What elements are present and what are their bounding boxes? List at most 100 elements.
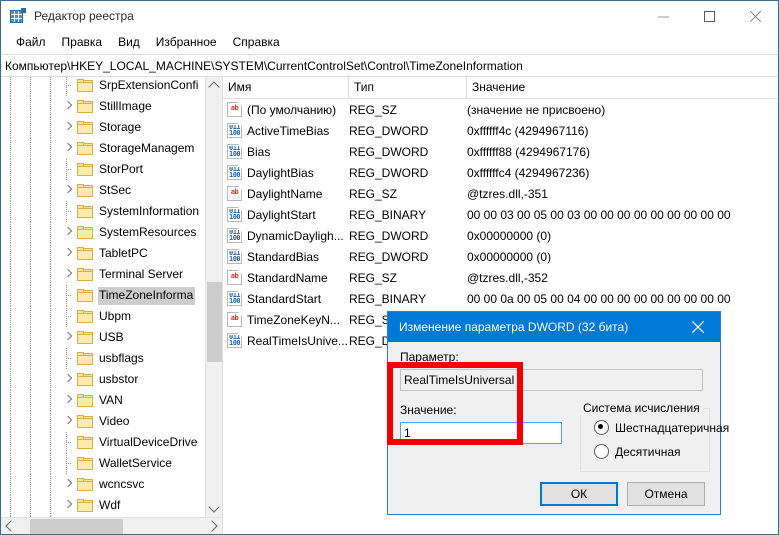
column-header-type[interactable]: Тип — [349, 77, 467, 98]
menu-item-view[interactable]: Вид — [110, 32, 148, 53]
tree-item-systeminformation[interactable]: SystemInformation — [1, 201, 205, 222]
tree-item-wdf[interactable]: Wdf — [1, 495, 205, 516]
close-icon[interactable] — [676, 312, 720, 342]
tree-hscroll-thumb[interactable] — [30, 519, 123, 534]
chevron-right-icon[interactable] — [61, 117, 77, 138]
chevron-right-icon[interactable] — [61, 138, 77, 159]
table-row[interactable]: ab (По умолчанию) REG_SZ (значение не присв… — [223, 99, 778, 120]
value-type: REG_SZ — [349, 186, 398, 201]
chevron-right-icon[interactable] — [61, 495, 77, 516]
tree-item-tabletpc[interactable]: TabletPC — [1, 243, 205, 264]
scroll-up-icon[interactable] — [206, 77, 222, 94]
minimize-icon[interactable] — [640, 1, 686, 31]
tree-item-terminal-server[interactable]: Terminal Server — [1, 264, 205, 285]
table-row[interactable]: 011 100 Bias REG_DWORD 0xffffff88 (429496717… — [223, 141, 778, 162]
tree-item-label: StorageManagem — [99, 140, 195, 155]
chevron-right-icon[interactable] — [61, 369, 77, 390]
tree-item-walletservice[interactable]: WalletService — [1, 453, 205, 474]
title-bar: Редактор реестра — [1, 1, 778, 31]
radio-dot-icon — [594, 444, 609, 459]
tree-item-van[interactable]: VAN — [1, 390, 205, 411]
chevron-right-icon[interactable] — [61, 96, 77, 117]
tree-horizontal-scrollbar[interactable] — [1, 517, 222, 534]
scroll-left-icon[interactable] — [1, 518, 18, 534]
scroll-right-icon[interactable] — [205, 518, 222, 534]
value-type: REG_DWORD — [349, 123, 429, 138]
tree-item-label: StorPort — [99, 161, 144, 176]
tree-item-label: usbstor — [99, 371, 139, 386]
tree-indent-guide — [21, 348, 41, 369]
tree-item-usb[interactable]: USB — [1, 327, 205, 348]
registry-tree-pane: SrpExtensionConfi StillImage Storage Storag… — [1, 77, 223, 534]
tree-item-video[interactable]: Video — [1, 411, 205, 432]
value-name-cell: ab (По умолчанию) — [223, 102, 349, 117]
tree-indent-guide — [41, 306, 61, 327]
menu-item-favorites[interactable]: Избранное — [148, 32, 225, 53]
menu-item-edit[interactable]: Правка — [54, 32, 111, 53]
value-name-cell: 011 100 Bias — [223, 144, 349, 159]
tree-item-virtualdevicedrive[interactable]: VirtualDeviceDrive — [1, 432, 205, 453]
table-row[interactable]: 011 100 StandardStart REG_BINARY 00 00 0a 00… — [223, 288, 778, 309]
scroll-down-icon[interactable] — [206, 500, 222, 517]
folder-icon — [77, 204, 94, 219]
chevron-right-icon[interactable] — [61, 180, 77, 201]
tree-leaf-guide — [61, 432, 77, 453]
menu-item-file[interactable]: Файл — [8, 32, 54, 53]
tree-item-label: Ubpm — [99, 308, 132, 323]
folder-icon — [77, 141, 94, 156]
tree-item-storagemanagem[interactable]: StorageManagem — [1, 138, 205, 159]
tree-item-storport[interactable]: StorPort — [1, 159, 205, 180]
tree-vertical-scrollbar[interactable] — [205, 77, 222, 517]
tree-indent-guide — [21, 222, 41, 243]
chevron-right-icon[interactable] — [61, 411, 77, 432]
tree-item-stsec[interactable]: StSec — [1, 180, 205, 201]
maximize-icon[interactable] — [686, 1, 732, 31]
column-header-name[interactable]: Имя — [223, 77, 349, 98]
value-data: 0xffffff4c (4294967116) — [467, 123, 589, 138]
tree-item-wcncsvc[interactable]: wcncsvc — [1, 474, 205, 495]
tree-item-ubpm[interactable]: Ubpm — [1, 306, 205, 327]
value-type: REG_SZ — [349, 270, 398, 285]
column-header-value[interactable]: Значение — [467, 77, 778, 98]
tree-item-label: USB — [99, 329, 124, 344]
string-value-icon: ab — [227, 186, 242, 201]
radio-decimal[interactable]: Десятичная — [594, 444, 681, 459]
chevron-right-icon[interactable] — [61, 327, 77, 348]
close-icon[interactable] — [732, 1, 778, 31]
chevron-right-icon[interactable] — [61, 222, 77, 243]
tree-item-timezoneinforma[interactable]: TimeZoneInforma — [1, 285, 205, 306]
tree-item-stillimage[interactable]: StillImage — [1, 96, 205, 117]
tree-item-usbstor[interactable]: usbstor — [1, 369, 205, 390]
table-row[interactable]: ab StandardName REG_SZ @tzres.dll,-352 — [223, 267, 778, 288]
folder-icon — [77, 330, 94, 345]
ok-button[interactable]: ОК — [540, 482, 618, 506]
tree-indent-guide — [1, 432, 21, 453]
table-row[interactable]: 011 100 DaylightStart REG_BINARY 00 00 03 00… — [223, 204, 778, 225]
value-name: Bias — [247, 144, 271, 159]
tree-vscroll-thumb[interactable] — [207, 282, 222, 362]
address-bar[interactable]: Компьютер\HKEY_LOCAL_MACHINE\SYSTEM\Curr… — [1, 54, 778, 77]
menu-item-help[interactable]: Справка — [225, 32, 288, 53]
tree-indent-guide — [41, 327, 61, 348]
value-data: 00 00 0a 00 05 00 04 00 00 00 00 00 00 0… — [467, 291, 731, 306]
table-row[interactable]: ab DaylightName REG_SZ @tzres.dll,-351 — [223, 183, 778, 204]
tree-indent-guide — [41, 222, 61, 243]
folder-icon — [77, 120, 94, 135]
table-row[interactable]: 011 100 DaylightBias REG_DWORD 0xffffffc4 (4… — [223, 162, 778, 183]
tree-item-usbflags[interactable]: usbflags — [1, 348, 205, 369]
tree-indent-guide — [1, 285, 21, 306]
tree-item-systemresources[interactable]: SystemResources — [1, 222, 205, 243]
table-row[interactable]: 011 100 DynamicDayligh... REG_DWORD 0x000000… — [223, 225, 778, 246]
chevron-right-icon[interactable] — [61, 474, 77, 495]
radio-hexadecimal[interactable]: Шестнадцатеричная — [594, 420, 729, 435]
tree-item-srpextensionconfi[interactable]: SrpExtensionConfi — [1, 77, 205, 96]
table-row[interactable]: 011 100 ActiveTimeBias REG_DWORD 0xffffff4c … — [223, 120, 778, 141]
chevron-right-icon[interactable] — [61, 390, 77, 411]
value-name-cell: 011 100 StandardBias — [223, 249, 349, 264]
chevron-right-icon[interactable] — [61, 243, 77, 264]
cancel-button[interactable]: Отмена — [627, 482, 705, 506]
tree-item-storage[interactable]: Storage — [1, 117, 205, 138]
address-path: Компьютер\HKEY_LOCAL_MACHINE\SYSTEM\Curr… — [5, 58, 523, 73]
table-row[interactable]: 011 100 StandardBias REG_DWORD 0x00000000 (0… — [223, 246, 778, 267]
chevron-right-icon[interactable] — [61, 264, 77, 285]
